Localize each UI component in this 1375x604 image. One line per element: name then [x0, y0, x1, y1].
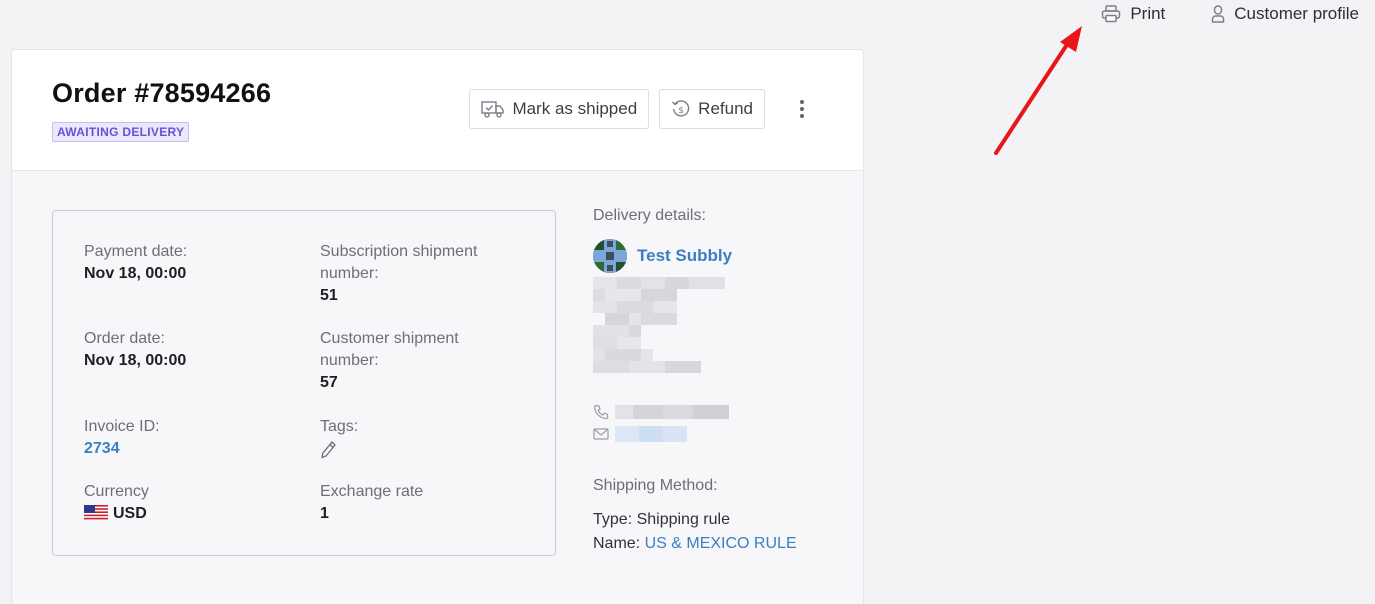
- subscription-shipment-field: Subscription shipment number: 51: [320, 241, 477, 307]
- tags-label: Tags:: [320, 418, 359, 435]
- phone-row: [593, 401, 853, 423]
- order-date-value: Nov 18, 00:00: [84, 352, 187, 369]
- payment-date-field: Payment date: Nov 18, 00:00: [84, 241, 187, 285]
- invoice-id-link[interactable]: 2734: [84, 438, 160, 460]
- tags-field: Tags:: [320, 416, 358, 467]
- subscription-shipment-value: 51: [320, 287, 338, 304]
- page-title: Order #78594266: [52, 78, 272, 108]
- customer-profile-button[interactable]: Customer profile: [1211, 4, 1359, 24]
- annotation-arrow: [994, 26, 1082, 155]
- customer-shipment-label-1: Customer shipment: [320, 330, 459, 347]
- customer-row: Test Subbly: [593, 239, 853, 273]
- subscription-shipment-label-2: number:: [320, 265, 379, 282]
- order-info-box: Payment date: Nov 18, 00:00 Order date: …: [52, 210, 556, 556]
- shipping-type: Type: Shipping rule: [593, 511, 730, 528]
- redacted-address: [593, 277, 725, 373]
- printer-icon: [1102, 5, 1121, 23]
- order-header: Order #78594266 AWAITING DELIVERY Mark a…: [12, 50, 863, 171]
- mark-as-shipped-label: Mark as shipped: [512, 99, 638, 118]
- customer-shipment-field: Customer shipment number: 57: [320, 328, 459, 394]
- shipping-method-label: Shipping Method:: [593, 477, 718, 494]
- phone-icon: [594, 404, 609, 420]
- order-date-field: Order date: Nov 18, 00:00: [84, 328, 186, 372]
- order-card: Order #78594266 AWAITING DELIVERY Mark a…: [11, 49, 864, 604]
- redacted-phone: [615, 405, 729, 419]
- delivery-details-label: Delivery details:: [593, 207, 706, 224]
- invoice-id-label: Invoice ID:: [84, 418, 160, 435]
- us-flag-icon: [84, 505, 108, 520]
- more-vertical-icon[interactable]: [787, 89, 817, 129]
- refund-button[interactable]: $ Refund: [659, 89, 765, 129]
- shipping-rule-link[interactable]: US & MEXICO RULE: [645, 535, 797, 552]
- avatar: [593, 239, 627, 273]
- order-date-label: Order date:: [84, 330, 165, 347]
- truck-icon: [481, 101, 505, 118]
- email-row: [593, 423, 853, 445]
- invoice-id-field: Invoice ID: 2734: [84, 416, 160, 460]
- customer-shipment-value: 57: [320, 374, 338, 391]
- shipping-name-prefix: Name:: [593, 535, 645, 552]
- currency-value: USD: [113, 505, 147, 522]
- mark-as-shipped-button[interactable]: Mark as shipped: [469, 89, 650, 129]
- exchange-rate-label: Exchange rate: [320, 483, 424, 500]
- payment-date-label: Payment date:: [84, 243, 188, 260]
- pencil-icon[interactable]: [320, 440, 338, 460]
- top-actions: Print Customer profile: [1101, 4, 1359, 24]
- currency-value-row: USD: [84, 503, 149, 525]
- exchange-rate-field: Exchange rate 1: [320, 481, 423, 525]
- exchange-rate-value: 1: [320, 505, 329, 522]
- customer-profile-label: Customer profile: [1234, 4, 1359, 23]
- svg-text:$: $: [678, 106, 684, 116]
- print-label: Print: [1130, 4, 1166, 23]
- redacted-email: [615, 426, 687, 442]
- refund-label: Refund: [698, 99, 753, 118]
- delivery-details: Delivery details: Test Subbly Shipping M…: [593, 205, 853, 555]
- customer-shipment-label-2: number:: [320, 352, 379, 369]
- subscription-shipment-label-1: Subscription shipment: [320, 243, 478, 260]
- shipping-name-row: Name: US & MEXICO RULE: [593, 533, 853, 555]
- user-icon: [1212, 5, 1225, 23]
- header-buttons: Mark as shipped $ Refund: [469, 89, 817, 129]
- customer-name-link[interactable]: Test Subbly: [637, 245, 732, 267]
- mail-icon: [593, 428, 609, 440]
- status-badge: AWAITING DELIVERY: [52, 122, 190, 142]
- currency-label: Currency: [84, 483, 149, 500]
- print-button[interactable]: Print: [1101, 4, 1165, 24]
- refund-icon: $: [672, 100, 690, 117]
- payment-date-value: Nov 18, 00:00: [84, 265, 187, 282]
- currency-field: Currency USD: [84, 481, 149, 525]
